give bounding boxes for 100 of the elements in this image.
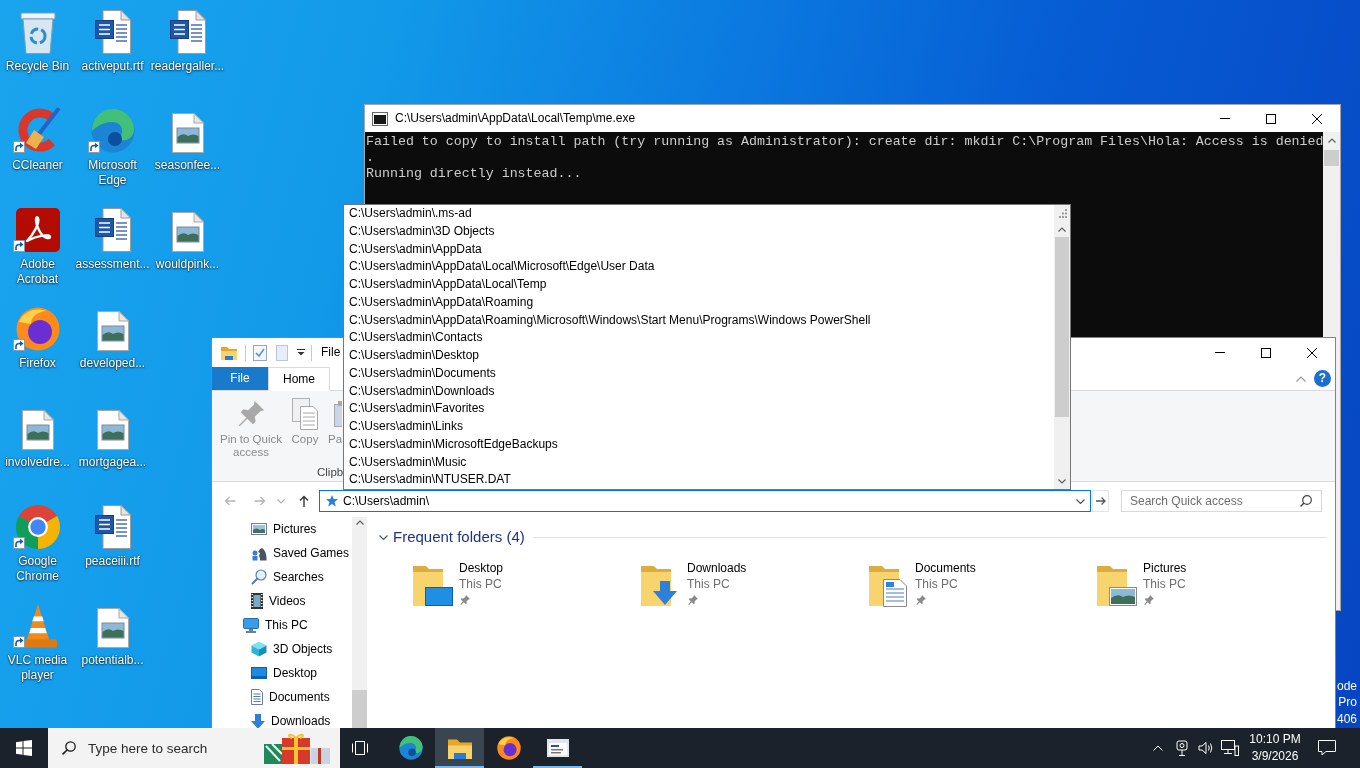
tree-item[interactable]: Videos: [269, 594, 306, 608]
down-arrow-icon[interactable]: [251, 713, 265, 728]
cube-icon[interactable]: [251, 641, 267, 657]
clock-date[interactable]: 3/9/2026: [1251, 748, 1299, 765]
taskbar-search-field[interactable]: Type here to search: [88, 739, 254, 757]
taskbar-button[interactable]: [435, 728, 484, 768]
help-button[interactable]: ?: [1314, 370, 1331, 387]
gift-boxes-icon[interactable]: [262, 732, 332, 764]
autocomplete-item[interactable]: C:\Users\admin\Downloads: [344, 382, 500, 401]
notification-icon[interactable]: [1318, 740, 1336, 756]
image-file-icon[interactable]: [96, 410, 129, 450]
autocomplete-item[interactable]: C:\Users\admin\AppData\Roaming: [344, 293, 539, 312]
scrollbar-thumb[interactable]: [352, 690, 367, 728]
tree-item[interactable]: Desktop: [273, 666, 318, 680]
document-icon[interactable]: [94, 505, 131, 549]
up-arrow-icon[interactable]: [299, 495, 309, 507]
autocomplete-item[interactable]: C:\Users\admin\MicrosoftEdgeBackups: [344, 435, 563, 454]
document-icon[interactable]: [94, 10, 131, 54]
folder-icon[interactable]: [447, 737, 472, 759]
resize-grip-icon[interactable]: [1057, 208, 1067, 218]
autocomplete-item[interactable]: C:\Users\admin\Contacts: [344, 329, 488, 347]
scroll-down-icon[interactable]: [1058, 478, 1066, 484]
autocomplete-item[interactable]: C:\Users\admin\AppData\Local\Temp: [344, 276, 552, 294]
tree-item[interactable]: Saved Games: [273, 546, 350, 560]
checkmark-page-icon[interactable]: [253, 344, 267, 361]
document-icon[interactable]: [169, 10, 206, 54]
maximize-icon[interactable]: [1266, 113, 1276, 124]
clock-time[interactable]: 10:10 PM: [1249, 731, 1301, 748]
autocomplete-item[interactable]: C:\Users\admin\Documents: [344, 364, 501, 383]
scroll-up-icon[interactable]: [1058, 226, 1066, 232]
autocomplete-item[interactable]: C:\Users\admin\Favorites: [344, 400, 490, 418]
folder-document-icon[interactable]: [869, 563, 909, 607]
autocomplete-item[interactable]: C:\Users\admin\.ms-ad: [344, 205, 477, 223]
taskbar-search-box[interactable]: Type here to search: [48, 728, 340, 768]
autocomplete-item[interactable]: C:\Users\admin\Desktop: [344, 347, 485, 365]
chevron-down-icon[interactable]: [1076, 498, 1085, 504]
window-title: File: [321, 345, 341, 360]
document-icon[interactable]: [251, 689, 263, 705]
autocomplete-item[interactable]: C:\Users\admin\Music: [344, 453, 472, 472]
image-file-icon[interactable]: [171, 212, 204, 252]
network-icon[interactable]: [1221, 740, 1239, 756]
scroll-up-icon[interactable]: [1327, 138, 1336, 143]
autocomplete-item[interactable]: C:\Users\admin\3D Objects: [344, 222, 500, 241]
scroll-up-icon[interactable]: [355, 520, 364, 525]
volume-icon[interactable]: [1198, 741, 1214, 755]
autocomplete-item[interactable]: C:\Users\admin\AppData: [344, 240, 487, 259]
picture-icon[interactable]: [251, 523, 267, 535]
folder-picture-icon[interactable]: [1097, 563, 1137, 607]
film-icon[interactable]: [251, 593, 263, 609]
task-view-icon[interactable]: [352, 741, 368, 755]
recycle-bin-icon[interactable]: [19, 10, 56, 54]
tree-item[interactable]: Documents: [269, 690, 330, 704]
image-file-icon[interactable]: [21, 410, 54, 450]
app-window-icon[interactable]: [546, 739, 569, 757]
close-icon[interactable]: [1307, 347, 1317, 358]
folder-name[interactable]: Documents: [915, 560, 976, 576]
tree-item[interactable]: Downloads: [271, 714, 331, 728]
scrollbar-thumb[interactable]: [1324, 150, 1339, 166]
browser-logo-icon[interactable]: [15, 505, 60, 549]
windows-logo-icon[interactable]: [16, 740, 32, 756]
tree-item[interactable]: Pictures: [273, 522, 317, 536]
monitor-icon[interactable]: [243, 617, 259, 633]
swirl-logo-icon[interactable]: [398, 736, 423, 760]
go-button[interactable]: [1092, 490, 1109, 512]
close-icon[interactable]: [1312, 113, 1322, 124]
maximize-icon[interactable]: [1261, 347, 1271, 358]
folder-icon[interactable]: [221, 345, 237, 360]
search-field[interactable]: Search Quick access: [1130, 493, 1296, 509]
folder-screen-icon[interactable]: [413, 563, 453, 607]
image-file-icon[interactable]: [171, 113, 204, 153]
search-icon[interactable]: [1300, 495, 1312, 507]
chevron-down-icon[interactable]: [379, 534, 388, 540]
game-pieces-icon[interactable]: [251, 545, 267, 561]
search-box[interactable]: Search Quick access: [1121, 490, 1322, 512]
section-title[interactable]: Frequent folders (4): [393, 528, 525, 546]
address-bar[interactable]: C:\Users\admin\: [319, 490, 1091, 512]
tree-item[interactable]: 3D Objects: [273, 642, 333, 656]
image-file-icon[interactable]: [96, 311, 129, 351]
file-menu-button[interactable]: File: [212, 367, 268, 390]
autocomplete-item[interactable]: C:\Users\admin\Links: [344, 418, 469, 436]
folder-name[interactable]: Downloads: [687, 560, 747, 576]
document-icon[interactable]: [94, 208, 131, 252]
autocomplete-item[interactable]: C:\Users\admin\NTUSER.DAT: [344, 471, 516, 489]
globe-logo-icon[interactable]: [496, 736, 521, 760]
folder-name[interactable]: Pictures: [1143, 560, 1187, 576]
autocomplete-item[interactable]: C:\Users\admin\AppData\Local\Microsoft\Edge\User Data: [344, 258, 660, 276]
ribbon-tab[interactable]: Home: [268, 367, 330, 391]
pdf-logo-icon[interactable]: [15, 208, 60, 252]
globe-logo-icon[interactable]: [15, 307, 60, 351]
image-file-icon[interactable]: [96, 608, 129, 648]
autocomplete-item[interactable]: C:\Users\admin\AppData\Roaming\Microsoft\Windows\Start Menu\Programs\Windows PowerShell: [344, 311, 876, 330]
folder-name[interactable]: Desktop: [459, 560, 504, 576]
camera-icon[interactable]: [1174, 740, 1190, 756]
tree-item[interactable]: This PC: [265, 618, 308, 632]
tree-item[interactable]: Searches: [273, 570, 324, 584]
dropdown-arrow-icon[interactable]: [297, 349, 305, 356]
scrollbar-thumb[interactable]: [1055, 237, 1069, 417]
search-icon[interactable]: [251, 569, 267, 585]
swirl-logo-icon[interactable]: [90, 109, 135, 153]
address-field[interactable]: C:\Users\admin\: [343, 493, 1072, 509]
